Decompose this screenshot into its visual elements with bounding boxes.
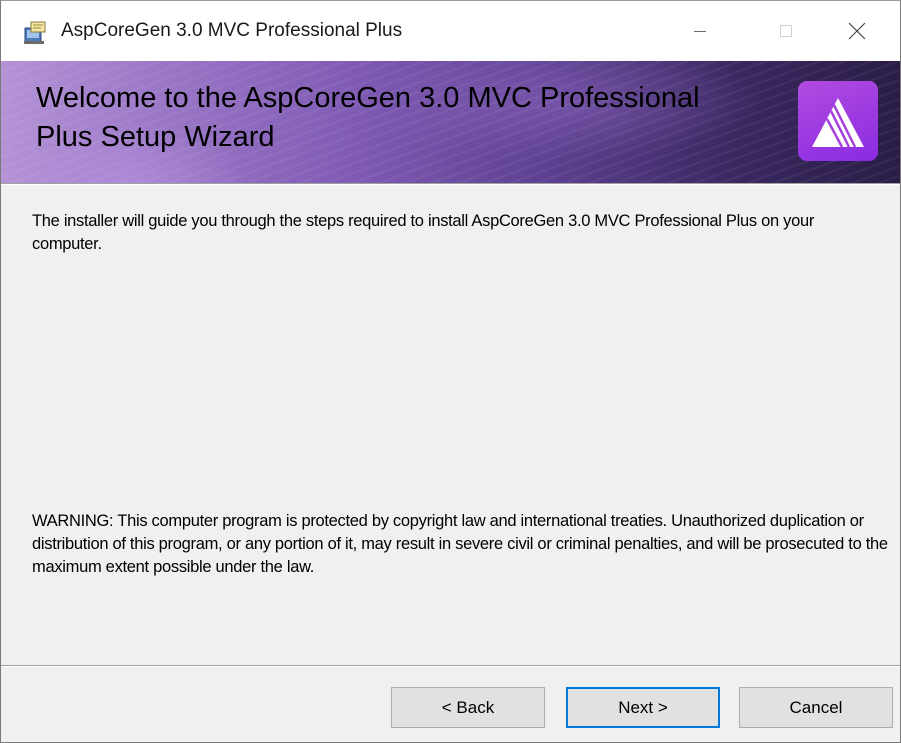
banner-divider bbox=[1, 183, 900, 185]
installer-app-icon bbox=[24, 21, 46, 44]
minimize-icon bbox=[694, 31, 706, 32]
minimize-button[interactable] bbox=[657, 1, 743, 61]
next-button[interactable]: Next > bbox=[566, 687, 720, 728]
intro-text: The installer will guide you through the… bbox=[32, 212, 815, 253]
close-icon bbox=[848, 22, 866, 40]
close-button[interactable] bbox=[814, 1, 900, 61]
title-bar[interactable]: AspCoreGen 3.0 MVC Professional Plus bbox=[1, 1, 900, 61]
setup-wizard-window: AspCoreGen 3.0 MVC Professional Plus Wel… bbox=[0, 0, 901, 743]
wizard-heading: Welcome to the AspCoreGen 3.0 MVC Profes… bbox=[36, 82, 700, 153]
window-title: AspCoreGen 3.0 MVC Professional Plus bbox=[61, 20, 403, 41]
back-button[interactable]: < Back bbox=[391, 687, 545, 728]
logo-triangle-icon bbox=[812, 98, 864, 148]
aspcoregen-logo-icon bbox=[798, 81, 878, 161]
copyright-warning-text: WARNING: This computer program is protec… bbox=[32, 512, 888, 576]
maximize-icon bbox=[780, 25, 792, 37]
wizard-banner: Welcome to the AspCoreGen 3.0 MVC Profes… bbox=[1, 61, 900, 183]
cancel-button[interactable]: Cancel bbox=[739, 687, 893, 728]
footer-divider bbox=[1, 665, 900, 667]
